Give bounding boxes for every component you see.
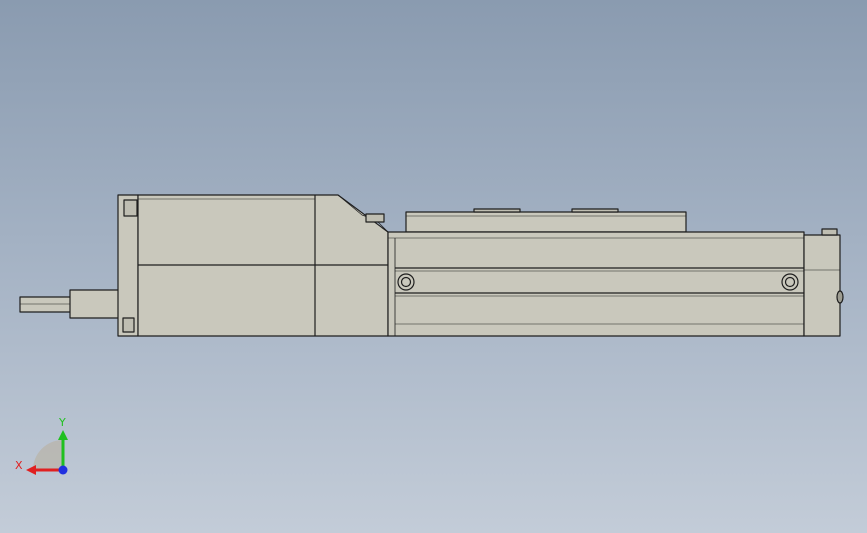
actuator-model[interactable] (19, 194, 844, 337)
y-axis-label: Y (58, 416, 66, 429)
rail-end-cap (803, 234, 841, 337)
slider-screw-b (571, 208, 619, 213)
y-axis-arrow (58, 430, 68, 440)
x-axis-arrow (26, 465, 36, 475)
axis-triad: Y X (15, 416, 68, 475)
triad-quadrant (33, 440, 63, 470)
rail-screw-left-inner (400, 276, 412, 288)
rail-screw-right-inner (784, 276, 796, 288)
motor-shaft (19, 296, 73, 313)
rail-body (387, 231, 805, 337)
end-cap-bolt (821, 228, 838, 236)
z-axis-dot (58, 465, 68, 475)
end-plate-tab-bottom (122, 317, 135, 333)
x-axis-label: X (15, 459, 23, 472)
slider-screw-a (473, 208, 521, 213)
shaft-collar (69, 289, 123, 319)
motor-cover-clip (365, 213, 385, 223)
cad-viewport[interactable]: Y X (0, 0, 867, 533)
end-plate-tab-top (123, 199, 138, 217)
slider-table (405, 211, 687, 233)
end-cap-hole (836, 290, 844, 304)
